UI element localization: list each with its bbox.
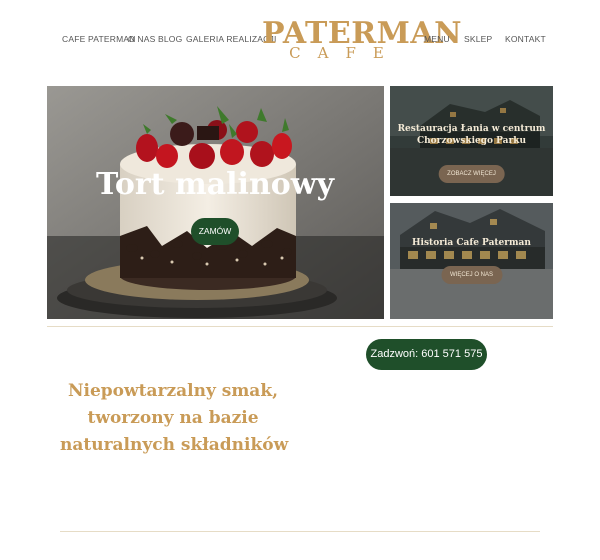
- main-navigation: CAFE PATERMAN O NAS BLOG GALERIA REALIZA…: [0, 0, 600, 80]
- restaurant-card-title-line2: Chorzowskiego Parku: [416, 136, 527, 146]
- hero-banner: Tort malinowy ZAMÓW: [47, 86, 384, 319]
- more-about-us-button[interactable]: WIĘCEJ O NAS: [440, 266, 503, 284]
- tagline-line-1: Niepowtarzalny smak,: [67, 381, 279, 401]
- nav-sklep[interactable]: SKLEP: [464, 34, 492, 44]
- nav-cafe-paterman[interactable]: CAFE PATERMAN: [62, 34, 136, 44]
- history-card[interactable]: Historia Cafe Paterman WIĘCEJ O NAS: [390, 203, 553, 319]
- logo-subtitle: CAFE: [289, 44, 401, 62]
- see-more-button[interactable]: ZOBACZ WIĘCEJ: [438, 165, 505, 183]
- paterman-logo[interactable]: PATERMAN CAFE: [262, 18, 462, 63]
- hero-title-svg: Tort malinowy: [96, 167, 336, 202]
- hero-title: Tort malinowy: [96, 167, 336, 202]
- bottom-divider: [60, 531, 540, 532]
- nav-o-nas[interactable]: O NAS: [128, 34, 155, 44]
- cafe-photo: [390, 203, 553, 319]
- restaurant-card-title-line1: Restauracja Łania w centrum: [397, 124, 546, 134]
- order-button[interactable]: ZAMÓW: [191, 218, 239, 245]
- tagline-line-3: naturalnych składników: [60, 435, 289, 455]
- restaurant-card[interactable]: Restauracja Łania w centrum Chorzowskieg…: [390, 86, 553, 196]
- call-button[interactable]: Zadzwoń: 601 571 575: [366, 339, 487, 370]
- tagline-line-2: tworzony na bazie: [87, 408, 259, 428]
- nav-blog[interactable]: BLOG: [158, 34, 182, 44]
- history-card-title: Historia Cafe Paterman: [412, 238, 531, 248]
- tagline: Niepowtarzalny smak, tworzony na bazie n…: [60, 378, 289, 459]
- nav-kontakt[interactable]: KONTAKT: [505, 34, 546, 44]
- section-divider: [47, 326, 553, 327]
- nav-menu[interactable]: MENU: [424, 34, 450, 44]
